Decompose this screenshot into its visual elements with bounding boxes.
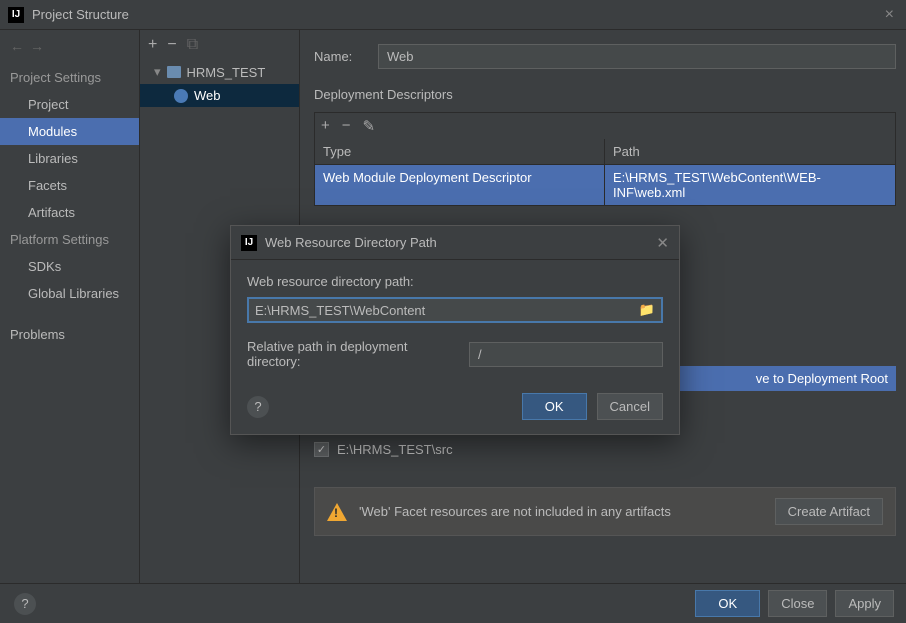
dd-row-type: Web Module Deployment Descriptor [315,165,605,205]
nav-item-facets[interactable]: Facets [0,172,139,199]
ok-button[interactable]: OK [695,590,760,617]
tree-node-root[interactable]: ▾ HRMS_TEST [140,60,299,84]
rel-input[interactable] [469,342,663,367]
window-title: Project Structure [32,7,881,22]
nav-item-problems[interactable]: Problems [0,321,139,348]
dd-edit-icon[interactable]: ✎ [363,117,376,135]
path-input[interactable] [255,303,639,318]
bottom-bar: ? OK Close Apply [0,583,906,623]
dialog-cancel-button[interactable]: Cancel [597,393,663,420]
apply-button[interactable]: Apply [835,590,894,617]
web-resource-dialog: IJ Web Resource Directory Path ✕ Web res… [230,225,680,435]
path-input-wrap: 📁 [247,297,663,323]
dd-remove-icon[interactable]: − [342,117,351,135]
dd-row-path: E:\HRMS_TEST\WebContent\WEB-INF\web.xml [605,165,895,205]
nav-arrows: ← → [0,34,139,64]
dialog-close-icon[interactable]: ✕ [656,234,669,252]
create-artifact-button[interactable]: Create Artifact [775,498,883,525]
dd-table: + − ✎ Type Path Web Module Deployment De… [314,112,896,206]
nav-item-sdks[interactable]: SDKs [0,253,139,280]
dd-col-type: Type [315,139,605,164]
nav-item-project[interactable]: Project [0,91,139,118]
dd-toolbar: + − ✎ [315,113,895,139]
warning-text: 'Web' Facet resources are not included i… [359,504,763,519]
app-icon: IJ [8,7,24,23]
tree-toolbar: + − ⧉ [140,30,299,60]
titlebar: IJ Project Structure × [0,0,906,30]
rel-row: Relative path in deployment directory: [247,339,663,369]
nav-item-libraries[interactable]: Libraries [0,145,139,172]
tree-child-label: Web [194,88,221,103]
dd-header: Type Path [315,139,895,165]
help-icon[interactable]: ? [14,593,36,615]
copy-icon[interactable]: ⧉ [187,36,198,54]
left-nav-panel: ← → Project Settings Project Modules Lib… [0,30,140,583]
dialog-help-icon[interactable]: ? [247,396,269,418]
dialog-label-path: Web resource directory path: [247,274,663,289]
dd-col-path: Path [605,139,895,164]
warning-icon [327,503,347,521]
dd-row[interactable]: Web Module Deployment Descriptor E:\HRMS… [315,165,895,205]
name-input[interactable] [378,44,896,69]
dialog-app-icon: IJ [241,235,257,251]
name-label: Name: [314,49,366,64]
remove-icon[interactable]: − [167,36,176,54]
dialog-body: Web resource directory path: 📁 Relative … [231,260,679,379]
section-platform-settings: Platform Settings [0,226,139,253]
nav-item-artifacts[interactable]: Artifacts [0,199,139,226]
close-button[interactable]: Close [768,590,827,617]
browse-icon[interactable]: 📁 [639,302,655,318]
dialog-footer: ? OK Cancel [231,379,679,434]
close-icon[interactable]: × [881,6,898,24]
dd-title: Deployment Descriptors [314,87,906,102]
dialog-titlebar: IJ Web Resource Directory Path ✕ [231,226,679,260]
tree-root-label: HRMS_TEST [187,65,266,80]
dialog-ok-button[interactable]: OK [522,393,587,420]
folder-icon [167,66,181,78]
section-project-settings: Project Settings [0,64,139,91]
name-row: Name: [314,44,906,69]
back-icon[interactable]: ← [10,38,24,54]
forward-icon[interactable]: → [30,38,44,54]
warning-bar: 'Web' Facet resources are not included i… [314,487,896,536]
source-root-item[interactable]: ✓ E:\HRMS_TEST\src [314,436,906,463]
dd-add-icon[interactable]: + [321,117,330,135]
dialog-title: Web Resource Directory Path [265,235,656,250]
nav-item-global-libraries[interactable]: Global Libraries [0,280,139,307]
dialog-label-rel: Relative path in deployment directory: [247,339,459,369]
nav-item-modules[interactable]: Modules [0,118,139,145]
checkbox-icon[interactable]: ✓ [314,442,329,457]
add-icon[interactable]: + [148,36,157,54]
web-icon [174,89,188,103]
tree-node-web[interactable]: Web [140,84,299,107]
source-root-label: E:\HRMS_TEST\src [337,442,453,457]
